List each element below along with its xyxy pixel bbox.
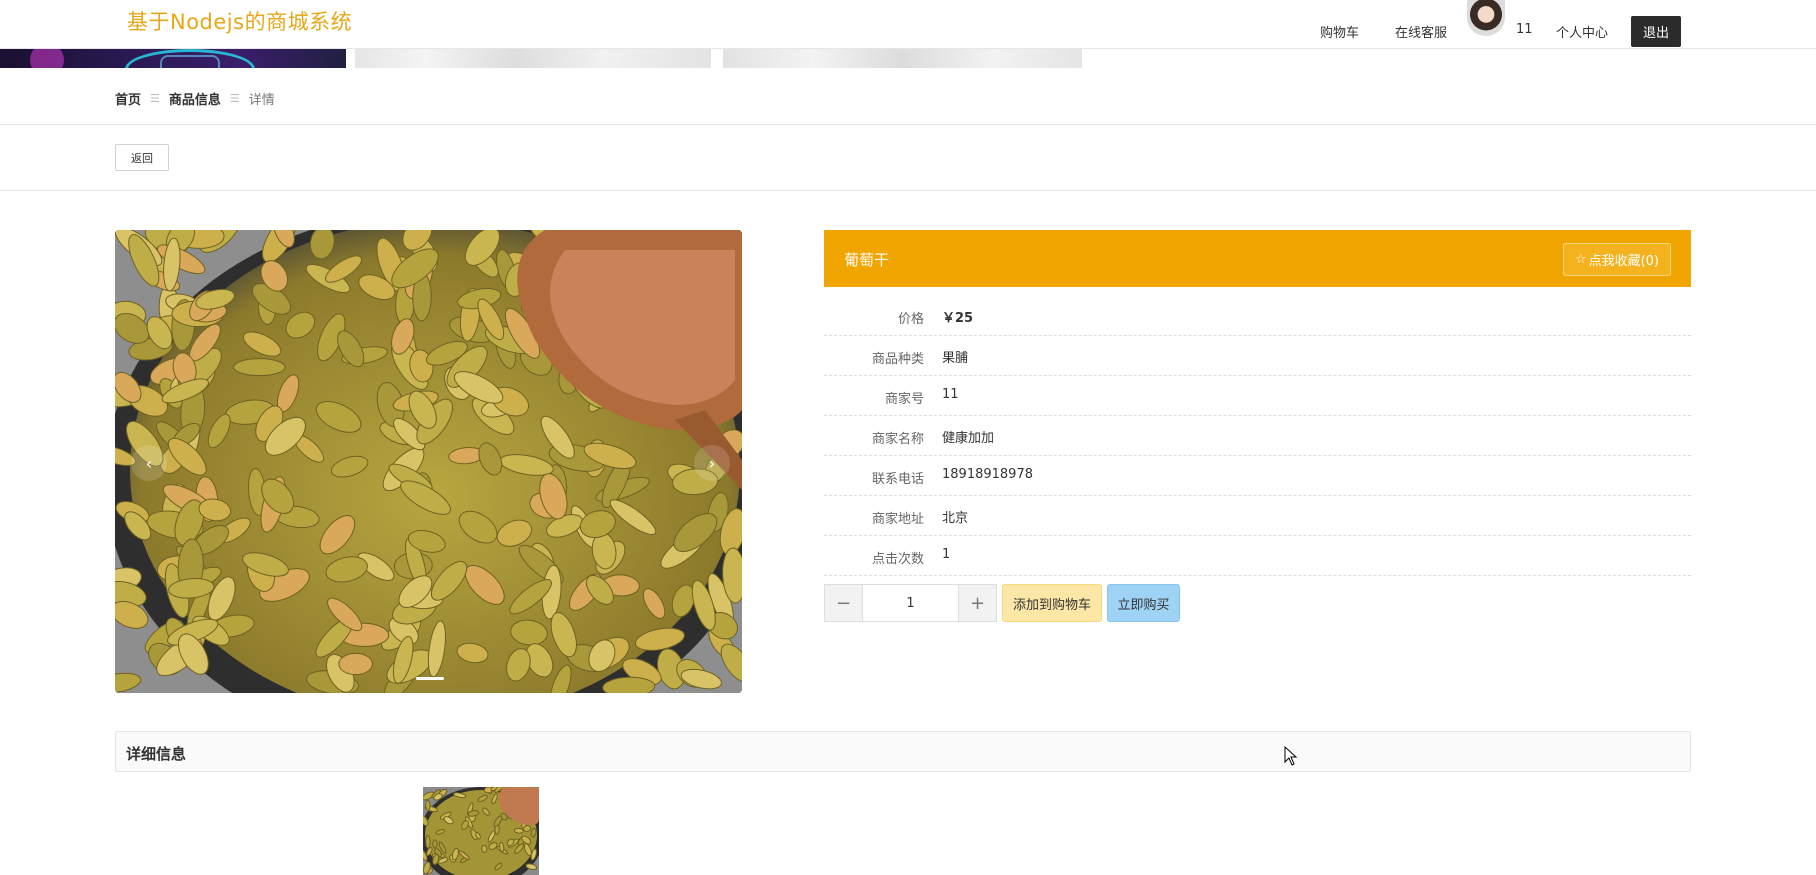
star-icon: ☆ [1574,252,1587,267]
info-row-phone: 联系电话 18918918978 [824,456,1691,496]
info-value: 健康加加 [942,431,995,446]
banner-image-right-visible [723,49,1082,68]
user-avatar[interactable] [1467,0,1505,36]
info-value-price: ￥25 [942,311,974,326]
info-row-clicks: 点击次数 1 [824,536,1691,576]
detail-product-image [423,787,539,875]
breadcrumb: 首页 ☰ 商品信息 ☰ 详情 [115,89,275,108]
decrease-quantity-button[interactable]: − [824,584,863,622]
breadcrumb-separator-icon: ☰ [150,92,160,105]
nav-service-link[interactable]: 在线客服 [1395,22,1447,41]
details-section-header: 详细信息 [115,731,1691,772]
carousel-next-icon[interactable]: › [694,445,730,481]
details-title: 详细信息 [126,745,187,763]
site-brand[interactable]: 基于Nodejs的商城系统 [127,6,352,36]
info-key: 价格 [897,312,924,327]
info-key: 商家地址 [871,512,924,527]
top-bar: 基于Nodejs的商城系统 购物车 在线客服 11 个人中心 退出 [0,0,1816,49]
logout-button[interactable]: 退出 [1631,16,1681,47]
info-row-address: 商家地址 北京 [824,496,1691,536]
info-key: 商家名称 [871,432,924,447]
product-photo-raisins [115,230,742,693]
carousel-indicator[interactable] [416,677,444,680]
info-value: 18918918978 [942,467,1033,482]
info-value: 11 [942,387,959,402]
favorite-label: 点我收藏(0) [1588,254,1659,269]
increase-quantity-button[interactable]: + [958,584,997,622]
breadcrumb-home[interactable]: 首页 [115,89,141,108]
carousel-prev-icon[interactable]: ‹ [131,445,167,481]
divider [0,190,1816,191]
info-key: 商品种类 [871,352,924,367]
add-to-cart-button[interactable]: 添加到购物车 [1002,584,1102,622]
mouse-cursor-icon [1284,746,1298,766]
info-key: 点击次数 [871,552,924,567]
info-value: 果脯 [942,351,969,366]
breadcrumb-separator-icon: ☰ [229,92,240,105]
buy-now-button[interactable]: 立即购买 [1107,584,1180,622]
banner-image-middle-visible [355,49,711,68]
product-image-carousel[interactable]: ‹ › [115,230,742,693]
quantity-input[interactable] [863,584,958,622]
favorite-button[interactable]: ☆ 点我收藏(0) [1562,243,1671,276]
breadcrumb-current: 详情 [248,93,275,108]
info-key: 联系电话 [871,472,924,487]
info-row-price: 价格 ￥25 [824,296,1691,336]
nav-cart-link[interactable]: 购物车 [1320,22,1359,41]
info-row-merchant-name: 商家名称 健康加加 [824,416,1691,456]
info-value: 北京 [942,511,969,526]
info-row-category: 商品种类 果脯 [824,336,1691,376]
info-value: 1 [942,547,951,562]
product-name: 葡萄干 [844,251,890,269]
quantity-stepper: − + [824,584,997,622]
info-key: 商家号 [884,392,924,407]
breadcrumb-category[interactable]: 商品信息 [169,89,221,108]
back-button[interactable]: 返回 [115,144,169,171]
nav-profile-link[interactable]: 个人中心 [1556,22,1608,41]
divider [0,124,1816,125]
banner-image-left-visible [0,49,346,68]
username-label: 11 [1516,22,1533,37]
product-header: 葡萄干 ☆ 点我收藏(0) [824,230,1691,287]
info-row-merchant-id: 商家号 11 [824,376,1691,416]
